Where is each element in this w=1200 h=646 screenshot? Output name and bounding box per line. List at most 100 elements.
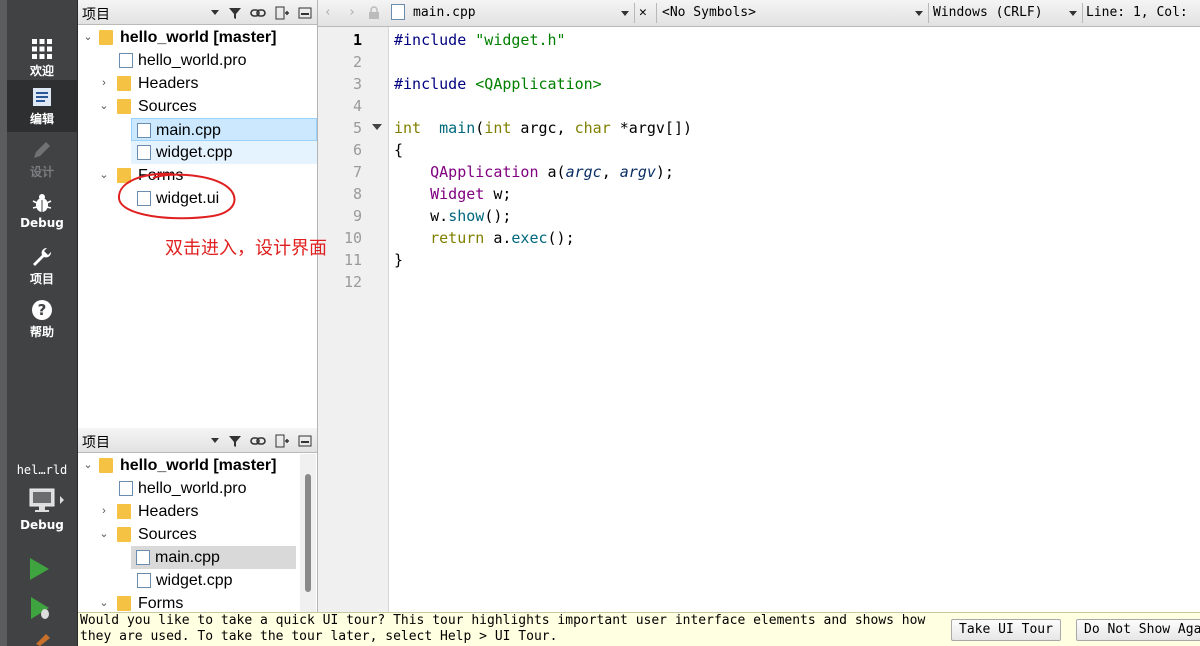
chevron-down-icon[interactable]: ⌄	[98, 164, 110, 187]
mode-projects[interactable]: 项目	[7, 240, 77, 292]
mode-label: 设计	[29, 165, 54, 179]
link-icon[interactable]	[250, 5, 266, 21]
line-number: 8	[352, 185, 362, 203]
tree-item-project[interactable]: ⌄ hello_world [master]	[78, 454, 317, 477]
scrollbar[interactable]	[300, 454, 316, 612]
code-token: show	[448, 207, 485, 225]
close-document-icon[interactable]: ✕	[639, 5, 647, 20]
chevron-down-icon[interactable]: ⌄	[98, 95, 110, 118]
scrollbar-thumb[interactable]	[305, 474, 311, 592]
tree-item-sources[interactable]: ⌄ Sources	[78, 95, 318, 118]
mode-design[interactable]: 设计	[7, 133, 77, 185]
forward-arrow-icon[interactable]: ›	[348, 5, 356, 20]
chevron-down-icon[interactable]	[1069, 11, 1077, 16]
tree-item-headers[interactable]: › Headers	[78, 500, 317, 523]
chevron-down-icon[interactable]	[621, 11, 629, 16]
code-line[interactable]: Widget w;	[394, 183, 511, 205]
cpp-file-icon	[137, 145, 151, 160]
mode-help[interactable]: ? 帮助	[7, 293, 77, 345]
tree-item-pro-file[interactable]: hello_world.pro	[78, 477, 317, 500]
filter-icon[interactable]	[227, 5, 243, 21]
code-token: }	[394, 251, 404, 269]
chevron-down-icon[interactable]: ⌄	[82, 26, 94, 49]
code-line[interactable]: QApplication a(argc, argv);	[394, 161, 674, 183]
tree-item-widget-cpp[interactable]: widget.cpp	[78, 569, 317, 592]
mode-edit[interactable]: 编辑	[7, 80, 77, 132]
chevron-down-icon[interactable]: ⌄	[98, 523, 110, 546]
code-token: <QApplication>	[475, 75, 602, 93]
tree-item-pro-file[interactable]: hello_world.pro	[78, 49, 318, 72]
close-pane-icon[interactable]	[297, 433, 313, 449]
code-editor[interactable]: #include "widget.h" #include <QApplicatio…	[394, 29, 1200, 612]
divider	[656, 3, 657, 23]
pane-view-selector[interactable]: 项目	[82, 432, 110, 452]
back-arrow-icon[interactable]: ‹	[324, 5, 332, 20]
code-line[interactable]: return a.exec();	[394, 227, 575, 249]
tree-item-label: Sources	[138, 526, 197, 543]
chevron-right-icon[interactable]: ›	[98, 72, 110, 95]
tree-item-headers[interactable]: › Headers	[78, 72, 318, 95]
close-pane-icon[interactable]	[297, 5, 313, 21]
hammer-icon[interactable]	[32, 630, 54, 646]
pencil-icon	[34, 142, 50, 158]
chevron-down-icon[interactable]	[915, 11, 923, 16]
lock-icon[interactable]	[368, 6, 380, 20]
code-token: ();	[547, 229, 575, 247]
symbols-selector[interactable]: <No Symbols>	[662, 5, 756, 20]
mode-label: 帮助	[29, 325, 54, 339]
tree-item-label: hello_world.pro	[138, 52, 247, 69]
code-token: *argv[])	[610, 119, 693, 137]
tree-item-main-cpp[interactable]: main.cpp	[131, 118, 317, 141]
headers-folder-icon	[117, 504, 131, 519]
code-line[interactable]: int main(int argc, char *argv[])	[394, 117, 692, 139]
svg-text:?: ?	[38, 301, 47, 319]
split-icon[interactable]	[274, 433, 290, 449]
pane-toolbar: 项目	[78, 0, 317, 25]
do-not-show-again-button[interactable]: Do Not Show Again	[1076, 619, 1200, 641]
chevron-right-icon[interactable]: ›	[98, 500, 110, 523]
mode-welcome[interactable]: 欢迎	[7, 32, 77, 84]
wrench-icon	[33, 247, 52, 266]
fold-marker-icon[interactable]	[372, 124, 382, 130]
take-ui-tour-button[interactable]: Take UI Tour	[951, 619, 1061, 641]
tree-item-main-cpp[interactable]: main.cpp	[131, 546, 296, 569]
divider	[634, 3, 635, 23]
line-number-gutter[interactable]: 1 2 3 4 5 6 7 8 9 10 11 12	[318, 27, 389, 612]
tree-item-label: Headers	[138, 503, 199, 520]
run-button[interactable]	[30, 558, 49, 580]
chevron-down-icon[interactable]: ⌄	[82, 454, 94, 477]
code-token: int	[394, 119, 422, 137]
kit-selector-arrow-icon[interactable]	[60, 496, 64, 504]
tree-item-label: hello_world [master]	[120, 29, 277, 46]
code-line[interactable]: #include <QApplication>	[394, 73, 602, 95]
annotation-text: 双击进入，设计界面	[165, 238, 327, 259]
code-token: ,	[601, 163, 620, 181]
code-token: main	[439, 119, 476, 137]
chevron-down-icon[interactable]	[211, 438, 219, 443]
tree-item-widget-cpp[interactable]: widget.cpp	[131, 141, 317, 164]
chevron-down-icon[interactable]: ⌄	[98, 592, 110, 612]
mode-label: Debug	[20, 216, 64, 230]
split-icon[interactable]	[274, 5, 290, 21]
pane-view-selector[interactable]: 项目	[82, 4, 110, 24]
monitor-icon[interactable]	[28, 486, 56, 514]
code-line[interactable]: }	[394, 249, 403, 271]
code-line[interactable]: #include "widget.h"	[394, 29, 566, 51]
tree-item-forms[interactable]: ⌄ Forms	[78, 592, 317, 612]
tree-item-sources[interactable]: ⌄ Sources	[78, 523, 317, 546]
code-line[interactable]: w.show();	[394, 205, 511, 227]
line-ending-selector[interactable]: Windows (CRLF)	[933, 5, 1043, 20]
tree-item-project[interactable]: ⌄ hello_world [master]	[78, 26, 318, 49]
code-token: a.	[484, 229, 512, 247]
chevron-down-icon[interactable]	[211, 10, 219, 15]
link-icon[interactable]	[250, 433, 266, 449]
line-number: 9	[352, 207, 362, 225]
code-token: "widget.h"	[475, 31, 566, 49]
code-line[interactable]: {	[394, 139, 403, 161]
debug-run-icon[interactable]	[30, 596, 52, 620]
filter-icon[interactable]	[227, 433, 243, 449]
code-token: #include	[394, 31, 476, 49]
open-document-selector[interactable]: main.cpp	[413, 5, 476, 20]
cursor-position[interactable]: Line: 1, Col:	[1086, 5, 1188, 20]
mode-debug[interactable]: Debug	[7, 186, 77, 238]
